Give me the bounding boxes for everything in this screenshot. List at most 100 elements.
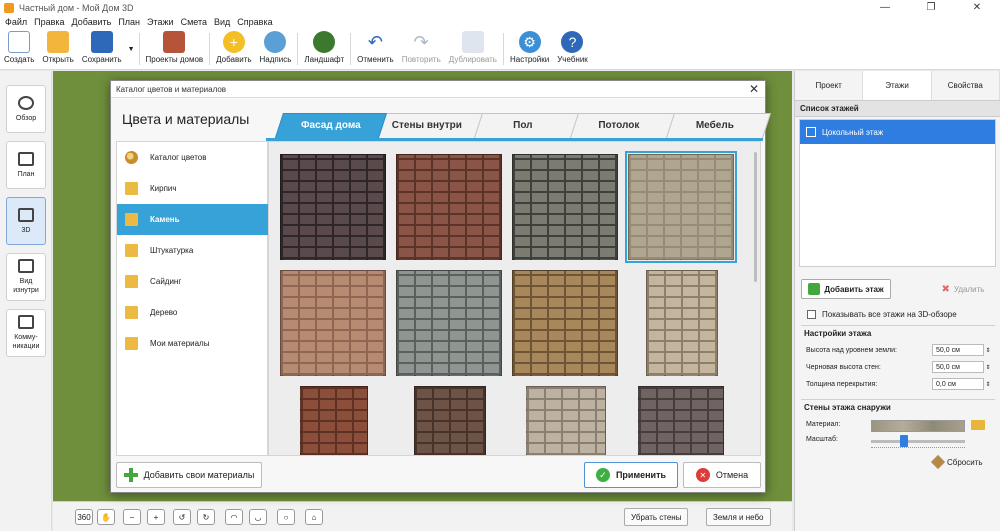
add-button[interactable]: + Добавить <box>212 29 255 69</box>
maximize-button[interactable]: ❐ <box>908 0 954 15</box>
menu-floors[interactable]: Этажи <box>147 17 174 27</box>
tab-ceiling[interactable]: Потолок <box>562 113 676 138</box>
wall-height-spinner[interactable]: ⇕ <box>984 364 992 371</box>
label-button[interactable]: Надпись <box>256 29 296 69</box>
open-button[interactable]: Открыть <box>38 29 77 69</box>
cancel-label: Отмена <box>715 470 749 480</box>
tab-floor-label: Пол <box>513 120 533 131</box>
category-plaster[interactable]: Штукатурка <box>117 235 267 266</box>
plus-icon <box>123 468 138 482</box>
rotate-right-icon[interactable]: ↻ <box>197 509 215 525</box>
tab-interior-walls[interactable]: Стены внутри <box>370 113 484 138</box>
menu-view[interactable]: Вид <box>214 17 230 27</box>
plan-icon <box>18 151 34 166</box>
tilt-up-icon[interactable]: ◡ <box>249 509 267 525</box>
ground-height-input[interactable]: 50,0 см <box>932 344 984 356</box>
tilt-down-icon[interactable]: ◠ <box>225 509 243 525</box>
tab-furniture[interactable]: Мебель <box>658 113 772 138</box>
paint-palette-icon <box>264 31 287 53</box>
projects-button[interactable]: Проекты домов <box>142 29 208 69</box>
category-brick[interactable]: Кирпич <box>117 173 267 204</box>
show-all-floors-row[interactable]: Показывать все этажи на 3D-обзоре <box>807 310 957 319</box>
ground-height-spinner[interactable]: ⇕ <box>984 347 992 354</box>
menu-file[interactable]: Файл <box>5 17 27 27</box>
texture-swatch[interactable] <box>396 154 502 260</box>
settings-button[interactable]: ⚙ Настройки <box>506 29 553 69</box>
menu-help[interactable]: Справка <box>237 17 272 27</box>
delete-floor-button[interactable]: ✖ Удалить <box>933 279 993 299</box>
tutorial-button[interactable]: ? Учебник <box>553 29 592 69</box>
menu-edit[interactable]: Правка <box>34 17 64 27</box>
dialog-close-button[interactable]: ✕ <box>749 82 759 96</box>
overview-button[interactable]: Обзор <box>6 85 46 133</box>
texture-swatch[interactable] <box>300 386 368 455</box>
apply-button[interactable]: ✓ Применить <box>584 462 678 488</box>
tab-properties[interactable]: Свойства <box>931 71 1000 100</box>
wall-material-swatch[interactable] <box>871 420 965 432</box>
save-dropdown-icon[interactable]: ▼ <box>128 46 135 53</box>
scale-slider[interactable] <box>871 440 965 443</box>
light-bulb-icon[interactable]: ○ <box>277 509 295 525</box>
redo-button[interactable]: ↷ Повторить <box>398 29 445 69</box>
zoom-out-icon[interactable]: − <box>123 509 141 525</box>
texture-swatch[interactable] <box>625 151 737 263</box>
cancel-button[interactable]: ✕ Отмена <box>683 462 761 488</box>
category-color-catalog[interactable]: Каталог цветов <box>117 142 267 173</box>
show-all-floors-checkbox[interactable] <box>807 310 816 319</box>
category-label: Мои материалы <box>150 339 210 348</box>
duplicate-button[interactable]: Дублировать <box>445 29 501 69</box>
slab-thickness-input[interactable]: 0,0 см <box>932 378 984 390</box>
3d-button[interactable]: 3D <box>6 197 46 245</box>
properties-panel: Проект Этажи Свойства Список этажей Цоко… <box>794 71 1000 531</box>
pan-hand-icon[interactable]: ✋ <box>97 509 115 525</box>
wall-height-input[interactable]: 50,0 см <box>932 361 984 373</box>
texture-swatch[interactable] <box>512 154 618 260</box>
texture-swatch[interactable] <box>512 270 618 376</box>
category-stone[interactable]: Камень <box>117 204 285 235</box>
slab-thickness-label: Толщина перекрытия: <box>806 380 878 388</box>
tab-floors[interactable]: Этажи <box>863 71 932 100</box>
zoom-in-icon[interactable]: + <box>147 509 165 525</box>
scale-slider-handle[interactable] <box>899 435 908 447</box>
landscape-button[interactable]: Ландшафт <box>300 29 348 69</box>
close-window-button[interactable]: ✕ <box>954 0 1000 15</box>
texture-swatch[interactable] <box>396 270 502 376</box>
add-floor-button[interactable]: Добавить этаж <box>801 279 891 299</box>
rotate-360-icon[interactable]: 360 <box>75 509 93 525</box>
save-button[interactable]: Сохранить <box>78 29 126 69</box>
reset-button[interactable]: Сбросить <box>930 454 983 470</box>
home-icon[interactable]: ⌂ <box>305 509 323 525</box>
ground-sky-button[interactable]: Земля и небо <box>706 508 771 526</box>
texture-swatch[interactable] <box>526 386 606 455</box>
category-siding[interactable]: Сайдинг <box>117 266 267 297</box>
floor-icon <box>806 127 816 137</box>
texture-swatch[interactable] <box>414 386 486 455</box>
interior-view-button[interactable]: Вид изнутри <box>6 253 46 301</box>
minimize-button[interactable]: — <box>862 0 908 15</box>
utilities-button[interactable]: Комму-никации <box>6 309 46 357</box>
dialog-title-bar: Каталог цветов и материалов <box>111 81 765 98</box>
category-my-materials[interactable]: Мои материалы <box>117 328 267 359</box>
wall-height-label: Черновая высота стен: <box>806 363 881 371</box>
rotate-left-icon[interactable]: ↺ <box>173 509 191 525</box>
floor-item[interactable]: Цокольный этаж <box>800 120 995 144</box>
texture-swatch[interactable] <box>280 270 386 376</box>
slab-thickness-spinner[interactable]: ⇕ <box>984 381 992 388</box>
hide-walls-button[interactable]: Убрать стены <box>624 508 689 526</box>
tab-project[interactable]: Проект <box>795 71 864 100</box>
add-own-materials-button[interactable]: Добавить свои материалы <box>116 462 262 488</box>
texture-swatch[interactable] <box>280 154 386 260</box>
plan-button[interactable]: План <box>6 141 46 189</box>
menu-plan[interactable]: План <box>118 17 140 27</box>
category-wood[interactable]: Дерево <box>117 297 267 328</box>
undo-button[interactable]: ↶ Отменить <box>353 29 398 69</box>
create-button[interactable]: Создать <box>0 29 38 69</box>
texture-swatch[interactable] <box>638 386 724 455</box>
folder-icon[interactable] <box>971 420 985 430</box>
tab-facade[interactable]: Фасад дома <box>274 113 388 138</box>
menu-add[interactable]: Добавить <box>72 17 112 27</box>
grid-scrollbar[interactable] <box>754 152 757 282</box>
menu-estimate[interactable]: Смета <box>181 17 207 27</box>
texture-swatch[interactable] <box>646 270 718 376</box>
tab-floor[interactable]: Пол <box>466 113 580 138</box>
